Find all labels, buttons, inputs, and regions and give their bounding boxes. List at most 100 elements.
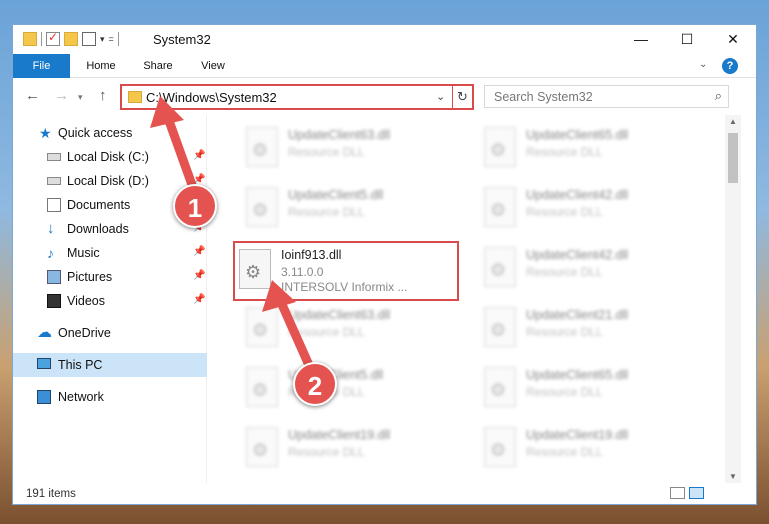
dll-file-icon: ⚙ [239,249,271,289]
pin-icon: 📌 [193,294,206,305]
properties-check-icon[interactable] [46,30,60,46]
sidebar-item-pictures[interactable]: Pictures 📌 [13,265,207,289]
close-button[interactable]: ✕ [710,25,756,54]
minimize-button[interactable]: — [618,25,664,54]
file-type: Resource DLL [526,265,603,279]
sidebar-item-quick-access[interactable]: ★ Quick access [13,121,207,145]
file-type: Resource DLL [288,145,365,159]
sidebar-item-local-disk-c[interactable]: Local Disk (C:) 📌 [13,145,207,169]
sidebar-item-label: Music [67,246,100,260]
onedrive-icon: ☁ [37,324,52,341]
maximize-button[interactable]: ☐ [664,25,710,54]
pin-icon: 📌 [193,150,206,161]
file-item[interactable]: ⚙ UpdateClient65.dll Resource DLL [476,361,696,415]
tab-share[interactable]: Share [138,54,178,78]
address-path[interactable]: C:\Windows\System32 [146,90,277,105]
address-bar[interactable]: C:\Windows\System32 ⌄ ↻ [120,84,474,110]
file-name: UpdateClient63.dll [288,308,391,322]
pin-icon: 📌 [193,246,206,257]
sidebar-item-label: Pictures [67,270,113,284]
dll-file-icon: ⚙ [484,307,516,347]
dll-file-icon: ⚙ [484,127,516,167]
folder-icon[interactable] [23,32,37,46]
sidebar-item-label: OneDrive [58,326,111,340]
scroll-down-icon[interactable]: ▼ [729,472,737,481]
dll-file-icon: ⚙ [484,187,516,227]
step2-badge: 2 [293,362,337,406]
explorer-window: ▾ = System32 — ☐ ✕ File Home Share View … [12,24,757,505]
customize-icon[interactable] [82,32,96,46]
search-placeholder[interactable]: Search System32 [494,90,593,104]
quick-access-toolbar: ▾ = [23,30,119,46]
search-icon[interactable]: ⌕ [715,88,722,104]
file-item[interactable]: ⚙ UpdateClient19.dll Resource DLL [238,421,458,475]
file-type: Resource DLL [526,145,603,159]
file-item[interactable]: ⚙ UpdateClient5.dll Resource DLL [238,361,458,415]
navigation-bar: ← → ▾ ↑ C:\Windows\System32 ⌄ ↻ Search S… [13,79,756,115]
file-name: UpdateClient5.dll [288,188,384,202]
tab-view[interactable]: View [193,54,233,78]
file-item[interactable]: ⚙ UpdateClient65.dll Resource DLL [476,121,696,175]
file-item[interactable]: ⚙ UpdateClient63.dll Resource DLL [238,301,458,355]
recent-locations-icon[interactable]: ▾ [78,92,83,103]
scroll-up-icon[interactable]: ▲ [729,117,737,126]
toolbar-divider [41,32,42,46]
customize-toolbar-icon[interactable]: = [109,34,114,44]
file-item[interactable]: ⚙ UpdateClient63.dll Resource DLL [238,121,458,175]
chevron-down-icon[interactable]: ⌄ [699,59,707,70]
pictures-icon [47,270,61,284]
file-name: UpdateClient65.dll [526,368,629,382]
window-title: System32 [153,32,211,47]
file-item[interactable]: ⚙ UpdateClient21.dll Resource DLL [476,301,696,355]
chevron-down-icon[interactable]: ▾ [100,34,105,45]
file-name: UpdateClient19.dll [288,428,391,442]
ribbon-tabs: File Home Share View ⌄ ? [13,54,756,78]
forward-arrow-icon[interactable]: → [54,87,69,104]
search-input[interactable]: Search System32 ⌕ [484,85,729,108]
star-icon: ★ [39,125,52,141]
scrollbar-thumb[interactable] [728,133,738,183]
sidebar-item-onedrive[interactable]: ☁ OneDrive [13,321,207,345]
file-type: Resource DLL [526,445,603,459]
videos-icon [47,294,61,308]
downloads-icon: ↓ [47,220,55,237]
navigation-pane: ★ Quick access Local Disk (C:) 📌 Local D… [13,115,207,483]
file-item[interactable]: ⚙ UpdateClient42.dll Resource DLL [476,241,696,295]
tab-file[interactable]: File [13,54,70,78]
tiles-view-icon[interactable] [689,487,704,499]
sidebar-item-network[interactable]: Network [13,385,207,409]
pc-icon [37,358,51,369]
file-item-highlighted[interactable]: ⚙ Ioinf913.dll 3.11.0.0 INTERSOLV Inform… [233,241,459,301]
details-view-icon[interactable] [670,487,685,499]
sidebar-item-this-pc[interactable]: This PC [13,353,207,377]
sidebar-item-label: Local Disk (D:) [67,174,149,188]
help-icon[interactable]: ? [722,58,738,74]
vertical-scrollbar[interactable]: ▲ ▼ [725,115,741,483]
sidebar-item-label: Documents [67,198,131,212]
dll-file-icon: ⚙ [246,367,278,407]
sidebar-item-label: Network [58,390,104,404]
new-folder-icon[interactable] [64,32,78,46]
chevron-down-icon[interactable]: ⌄ [436,90,445,103]
sidebar-item-music[interactable]: ♪ Music 📌 [13,241,207,265]
sidebar-item-label: Local Disk (C:) [67,150,149,164]
file-version: 3.11.0.0 [281,265,324,279]
file-type: Resource DLL [526,325,603,339]
documents-icon [47,198,61,212]
title-bar: ▾ = System32 — ☐ ✕ [13,25,756,54]
file-name: UpdateClient21.dll [526,308,629,322]
back-arrow-icon[interactable]: ← [25,87,40,104]
dll-file-icon: ⚙ [484,427,516,467]
folder-icon [128,91,142,103]
tab-home[interactable]: Home [81,54,121,78]
file-item[interactable]: ⚙ UpdateClient19.dll Resource DLL [476,421,696,475]
file-item[interactable]: ⚙ UpdateClient42.dll Resource DLL [476,181,696,235]
sidebar-item-videos[interactable]: Videos 📌 [13,289,207,313]
up-arrow-icon[interactable]: ↑ [99,87,107,104]
refresh-icon[interactable]: ↻ [452,86,472,108]
file-type: Resource DLL [288,325,365,339]
sidebar-item-local-disk-d[interactable]: Local Disk (D:) 📌 [13,169,207,193]
file-item[interactable]: ⚙ UpdateClient5.dll Resource DLL [238,181,458,235]
dll-file-icon: ⚙ [484,247,516,287]
file-name: Ioinf913.dll [281,248,342,262]
